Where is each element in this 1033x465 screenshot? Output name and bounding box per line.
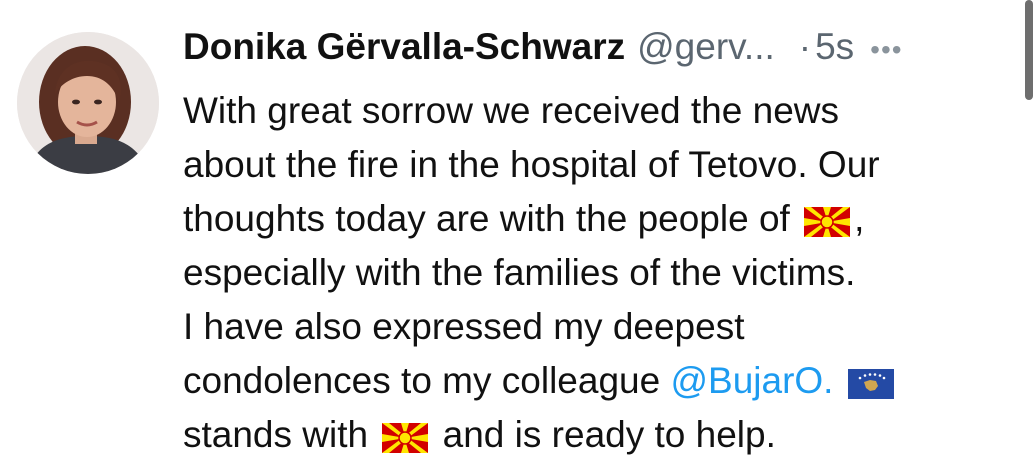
tweet-line: With great sorrow we received the news <box>183 90 839 131</box>
tweet-content: Donika Gërvalla-Schwarz @gerv... · 5s ••… <box>183 26 1003 462</box>
tweet-text-segment: and is ready to help. <box>432 414 776 455</box>
tweet-line: condolences to my colleague @BujarO. <box>183 354 1003 408</box>
north-macedonia-flag-icon <box>804 207 851 237</box>
author-handle[interactable]: @gerv... <box>637 26 775 68</box>
kosovo-flag-icon <box>847 369 894 399</box>
tweet-line: I have also expressed my deepest <box>183 306 745 347</box>
tweet-line: about the fire in the hospital of Tetovo… <box>183 144 880 185</box>
scrollbar[interactable] <box>1025 0 1033 100</box>
tweet-text-segment: , <box>854 198 865 239</box>
tweet-text-segment: thoughts today are with the people of <box>183 198 790 239</box>
separator-dot: · <box>798 26 812 67</box>
tweet-line: thoughts today are with the people of , <box>183 192 1003 246</box>
profile-photo-icon <box>17 32 159 174</box>
mention-link[interactable]: @BujarO. <box>670 360 833 401</box>
tweet-line: stands with and is ready to help. <box>183 408 1003 462</box>
tweet-card: Donika Gërvalla-Schwarz @gerv... · 5s ••… <box>0 0 1033 465</box>
tweet-line: especially with the families of the vict… <box>183 252 856 293</box>
more-options-icon[interactable]: ••• <box>870 34 902 66</box>
tweet-text-segment: condolences to my colleague <box>183 360 671 401</box>
tweet-timestamp[interactable]: 5s <box>815 26 854 68</box>
tweet-text-segment: stands with <box>183 414 379 455</box>
tweet-text: With great sorrow we received the news a… <box>183 84 1003 462</box>
north-macedonia-flag-icon <box>382 423 429 453</box>
author-name[interactable]: Donika Gërvalla-Schwarz <box>183 26 625 68</box>
tweet-header: Donika Gërvalla-Schwarz @gerv... · 5s ••… <box>183 26 1003 78</box>
avatar[interactable] <box>17 32 159 174</box>
